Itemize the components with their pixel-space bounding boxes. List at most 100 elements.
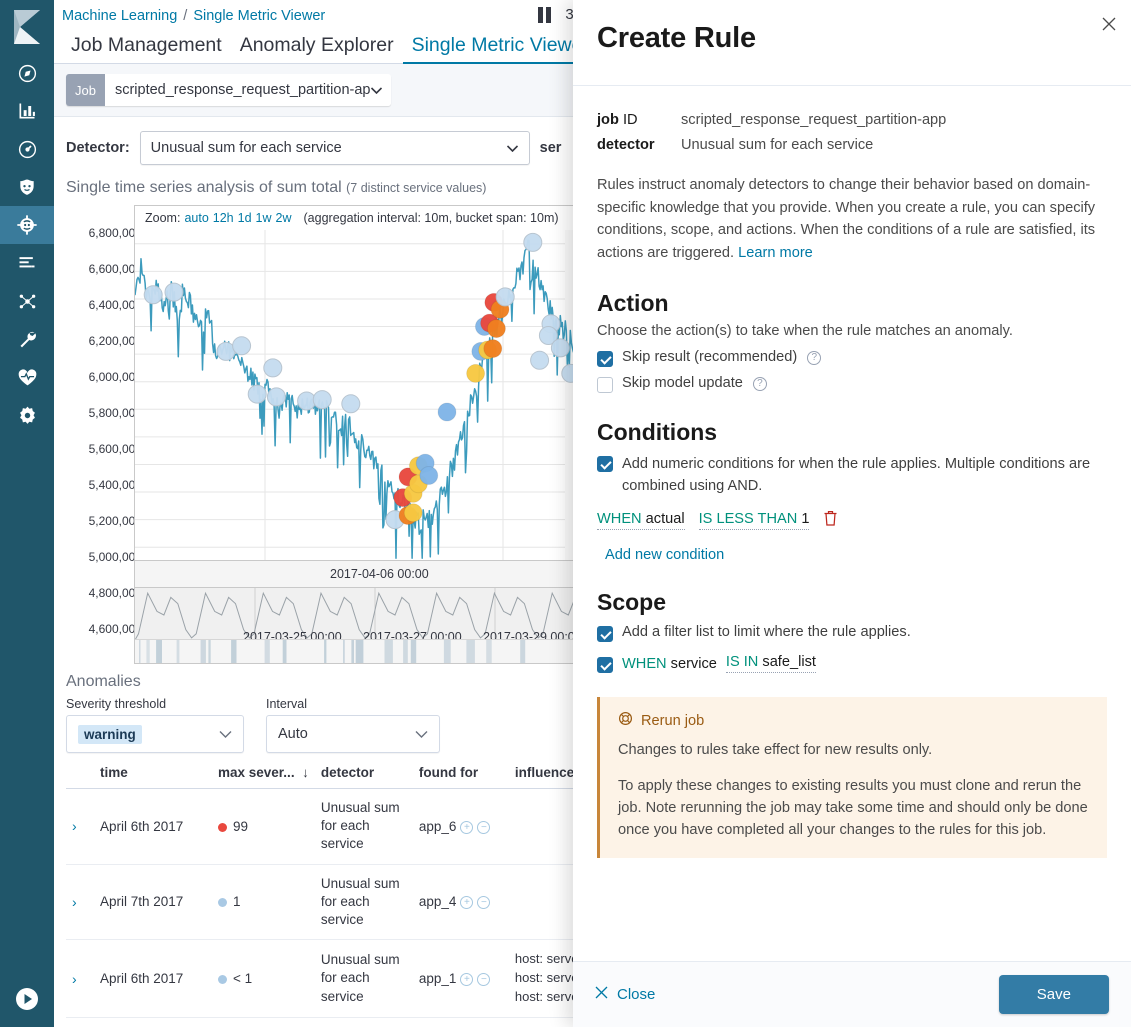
column-detector[interactable]: detector <box>314 765 413 789</box>
detector-value-flyout: Unusual sum for each service <box>681 137 874 153</box>
tab-job-management[interactable]: Job Management <box>62 35 231 65</box>
condition-field-value: actual <box>645 511 685 528</box>
close-icon[interactable] <box>1101 16 1117 37</box>
row-expand-cell[interactable]: › <box>66 939 94 1018</box>
sidebar-item-monitoring[interactable] <box>0 358 54 396</box>
table-row[interactable]: › April 6th 2017 99 Unusual sum for each se… <box>66 788 606 865</box>
machine-learning-icon <box>16 214 38 236</box>
skip-result-label: Skip result (recommended) ? <box>622 349 822 366</box>
remove-filter-icon[interactable]: − <box>477 896 491 910</box>
sidebar-item-visualize[interactable] <box>0 92 54 130</box>
condition-operator[interactable]: IS LESS THAN 1 <box>698 511 810 531</box>
scope-filter-operator[interactable]: IS IN safe_list <box>725 654 816 674</box>
sidebar-item-security[interactable] <box>0 168 54 206</box>
zoom-option-12h[interactable]: 12h <box>213 211 234 225</box>
series-field-label: ser <box>539 140 562 156</box>
row-expand-cell[interactable]: › <box>66 864 94 941</box>
row-time: April 6th 2017 <box>94 939 212 1018</box>
skip-result-row: Skip result (recommended) ? <box>597 349 1107 368</box>
flyout-body: job ID scripted_response_request_partiti… <box>573 86 1131 961</box>
help-icon[interactable]: ? <box>807 351 822 366</box>
job-id-label: job ID <box>597 108 681 133</box>
scope-filter-checkbox[interactable] <box>597 656 613 673</box>
save-button[interactable]: Save <box>998 975 1109 1014</box>
row-found-for: app_6 + − <box>412 788 509 865</box>
kibana-logo[interactable] <box>0 0 54 54</box>
compass-icon <box>17 63 38 84</box>
interval-select[interactable]: Auto <box>266 715 440 753</box>
sidebar-item-dashboard[interactable] <box>0 130 54 168</box>
column-max-severity[interactable]: max sever... ↓ <box>212 765 315 789</box>
y-tick-label: 4,600,000 <box>88 622 142 636</box>
zoom-option-1d[interactable]: 1d <box>238 211 252 225</box>
anomalies-table: time max sever... ↓ detector found for i… <box>66 765 606 1027</box>
scope-filter-field[interactable]: WHEN service <box>622 656 717 672</box>
sidebar-item-machine-learning[interactable] <box>0 206 54 244</box>
skip-model-update-checkbox[interactable] <box>597 377 613 394</box>
remove-filter-icon[interactable]: − <box>477 973 491 987</box>
sort-desc-icon[interactable]: ↓ <box>298 765 309 780</box>
sidebar-item-dev-tools[interactable] <box>0 320 54 358</box>
table-row[interactable]: ›April 7th 2017< 1Unusual sum forapp_0+− <box>66 1017 606 1027</box>
learn-more-link[interactable]: Learn more <box>738 245 813 261</box>
condition-field[interactable]: WHEN actual <box>597 511 685 531</box>
severity-dot <box>218 898 227 908</box>
breadcrumb-root[interactable]: Machine Learning <box>62 8 177 24</box>
severity-threshold-filter: Severity threshold warning <box>66 697 244 753</box>
row-expand-cell[interactable]: › <box>66 788 94 865</box>
sidebar-item-logs[interactable] <box>0 244 54 282</box>
app-root: Machine Learning / Single Metric Viewer … <box>0 0 1131 1027</box>
row-severity: 1 <box>212 864 315 941</box>
column-found-for[interactable]: found for <box>412 765 509 789</box>
row-found-for: app_1 + − <box>412 939 509 1018</box>
tab-single-metric-viewer[interactable]: Single Metric Viewer <box>402 35 598 64</box>
column-time[interactable]: time <box>94 765 212 789</box>
remove-filter-icon[interactable]: − <box>477 820 491 834</box>
chevron-right-icon[interactable]: › <box>72 971 77 987</box>
close-button[interactable]: Close <box>595 986 655 1003</box>
job-selector-value[interactable]: scripted_response_request_partition-ap <box>104 74 391 106</box>
sidebar-play-button[interactable] <box>0 975 54 1027</box>
severity-value: 99 <box>233 818 249 834</box>
row-time: April 7th 2017 <box>94 1017 212 1027</box>
add-new-condition-link[interactable]: Add new condition <box>605 547 1107 563</box>
breadcrumb-current[interactable]: Single Metric Viewer <box>193 8 325 24</box>
detector-select[interactable]: Unusual sum for each service <box>139 131 530 165</box>
severity-dot <box>218 822 227 832</box>
interval-value: Auto <box>278 726 308 742</box>
job-id-value: scripted_response_request_partition-app <box>681 112 947 128</box>
add-filter-icon[interactable]: + <box>460 973 474 987</box>
help-icon[interactable]: ? <box>752 377 767 392</box>
skip-result-checkbox[interactable] <box>597 351 613 368</box>
interval-filter: Interval Auto <box>266 697 440 753</box>
conditions-enable-row: Add numeric conditions for when the rule… <box>597 454 1107 498</box>
pause-icon[interactable] <box>538 6 552 23</box>
zoom-option-2w[interactable]: 2w <box>276 211 292 225</box>
table-row[interactable]: › April 6th 2017 < 1 Unusual sum for each s… <box>66 939 606 1018</box>
add-filter-icon[interactable]: + <box>460 896 474 910</box>
severity-threshold-select[interactable]: warning <box>66 715 244 753</box>
conditions-enable-checkbox[interactable] <box>597 456 613 473</box>
skip-model-update-label-text: Skip model update <box>622 375 743 392</box>
sidebar-item-management[interactable] <box>0 396 54 434</box>
zoom-option-auto[interactable]: auto <box>184 211 208 225</box>
scope-enable-checkbox[interactable] <box>597 626 613 643</box>
job-selector[interactable]: Job scripted_response_request_partition-… <box>66 74 391 106</box>
zoom-option-1w[interactable]: 1w <box>256 211 272 225</box>
scope-enable-row: Add a filter list to limit where the rul… <box>597 624 1107 643</box>
sidebar-item-graph[interactable] <box>0 282 54 320</box>
detector-label: Detector: <box>66 140 130 156</box>
tab-anomaly-explorer[interactable]: Anomaly Explorer <box>231 35 403 65</box>
chevron-right-icon[interactable]: › <box>72 894 77 910</box>
sidebar-item-discover[interactable] <box>0 54 54 92</box>
chevron-right-icon[interactable]: › <box>72 818 77 834</box>
trash-icon[interactable] <box>823 510 838 531</box>
row-expand-cell[interactable]: › <box>66 1017 94 1027</box>
dashboard-icon <box>17 139 38 160</box>
conditions-enable-label: Add numeric conditions for when the rule… <box>622 456 1091 495</box>
table-row[interactable]: › April 7th 2017 1 Unusual sum for each ser… <box>66 864 606 941</box>
scope-operator-keyword: IS IN <box>725 654 759 671</box>
add-filter-icon[interactable]: + <box>460 820 474 834</box>
condition-row: WHEN actual IS LESS THAN 1 <box>597 510 1107 531</box>
scope-enable-label: Add a filter list to limit where the rul… <box>622 624 911 641</box>
